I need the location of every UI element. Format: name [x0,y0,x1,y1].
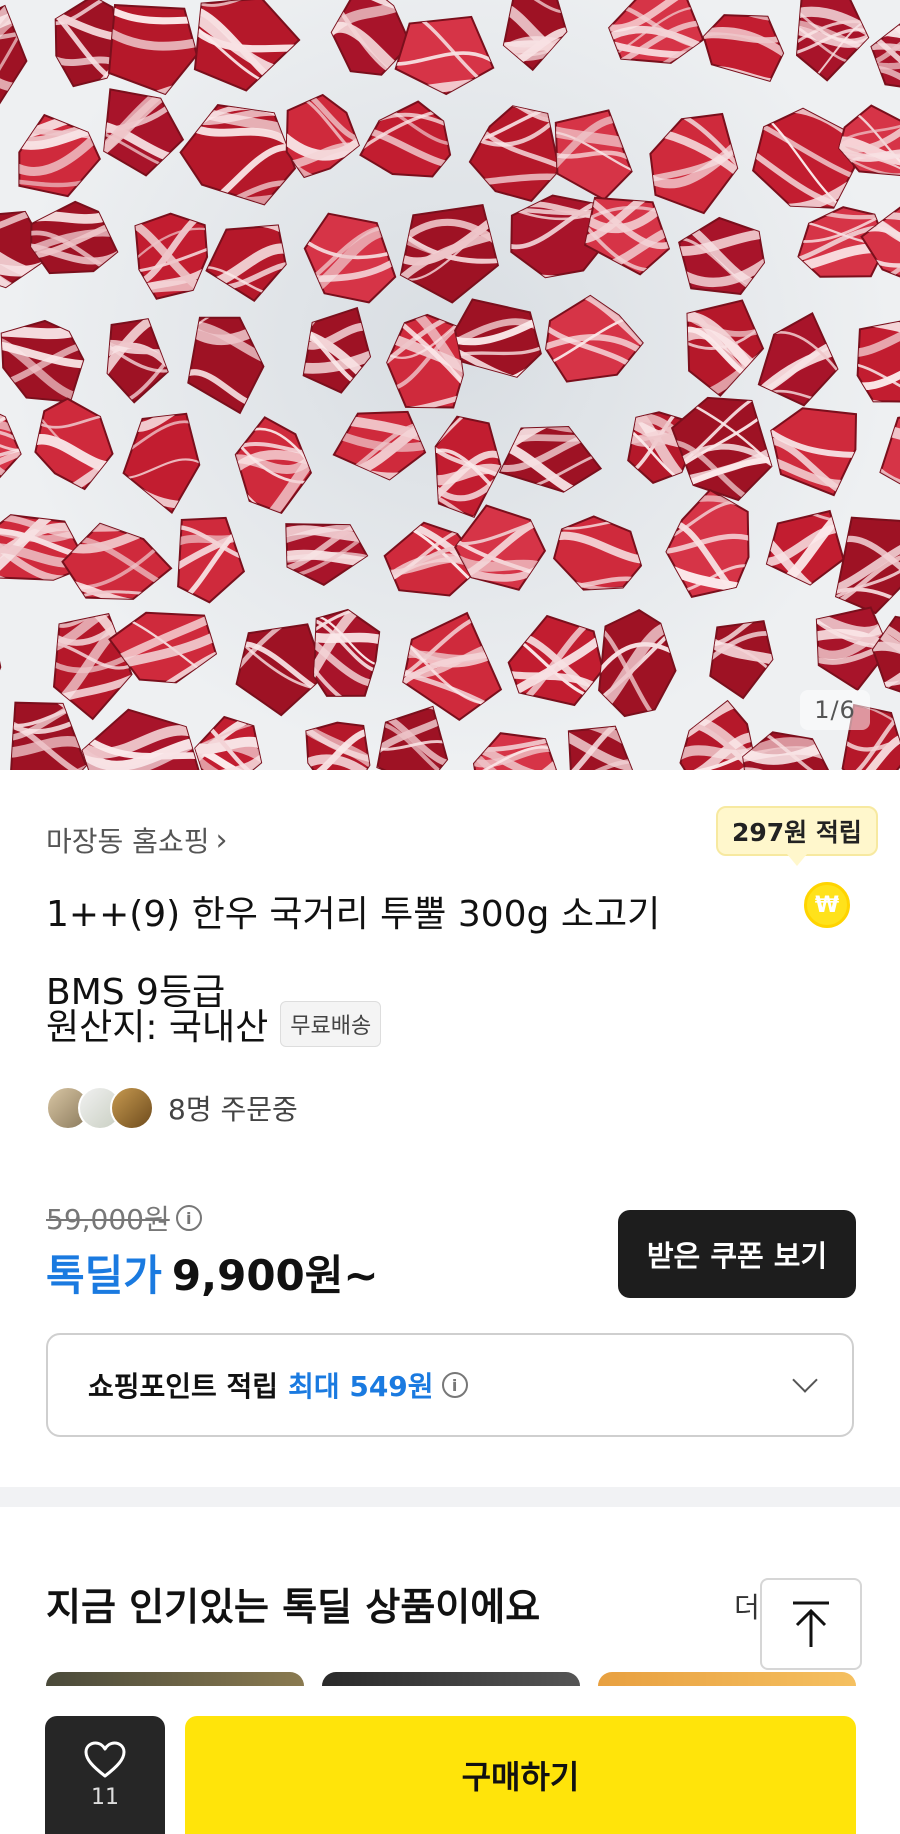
chevron-down-icon [792,1367,818,1393]
coin-icon: ₩ [804,882,850,928]
free-shipping-badge: 무료배송 [280,1001,382,1047]
beef-cube [303,212,397,304]
beef-cube [134,212,209,300]
view-coupons-button[interactable]: 받은 쿠폰 보기 [618,1210,856,1298]
section-divider [0,1487,900,1507]
popular-products-carousel[interactable] [46,1672,900,1686]
buyer-avatar [110,1086,154,1130]
points-max: 최대 549원 [288,1370,434,1403]
beef-cube [856,320,900,403]
buyers-row: 8명 주문중 [46,1086,298,1130]
beef-cube [193,0,301,92]
seller-link[interactable]: 마장동 홈쇼핑 › [46,820,227,860]
beef-cube [709,620,774,700]
beef-cube [472,732,563,770]
beef-cube [545,294,644,383]
beef-cube [332,410,427,481]
origin-text: 원산지: 국내산 [46,1007,269,1048]
beef-cube [359,100,452,178]
beef-cube [106,318,169,404]
beef-cube [402,611,503,722]
beef-cube [122,412,201,515]
beef-cube [795,0,870,82]
beef-cube [302,306,372,394]
beef-cube [757,311,839,407]
beef-cube [665,488,750,599]
beef-cube [0,319,85,403]
original-price: 59,000원 [46,1203,170,1236]
beef-cube [194,715,263,770]
beef-cube [399,203,500,304]
beef-cube [179,104,297,206]
shopping-points-dropdown[interactable]: 쇼핑포인트 적립 최대 549원 i [46,1333,854,1437]
product-image[interactable]: 1/6 [0,0,900,770]
beef-cube [305,721,371,770]
beef-cube [879,409,900,511]
beef-cube [468,105,561,203]
seller-name: 마장동 홈쇼핑 [46,825,210,858]
beef-cube [686,299,765,397]
bottom-action-bar: 11 구매하기 [0,1686,900,1834]
beef-cube [187,316,265,415]
buyers-count: 8명 주문중 [168,1093,298,1126]
beef-cube [0,395,22,489]
beef-cube [649,112,739,215]
beef-cube [81,708,200,770]
original-price-row: 59,000원 i [46,1198,202,1238]
product-thumbnail[interactable] [46,1672,304,1686]
point-reward-tooltip: 297원 적립 [716,806,878,866]
beef-cube [498,425,603,493]
beef-cube [552,515,643,591]
product-thumbnail[interactable] [598,1672,856,1686]
deal-price: 9,900원~ [171,1251,379,1300]
beef-cube [18,113,101,198]
beef-cube [567,725,634,770]
points-label: 쇼핑포인트 적립 [88,1370,279,1403]
wishlist-button[interactable]: 11 [45,1716,165,1834]
info-icon[interactable]: i [441,1372,468,1398]
chevron-right-icon: › [215,822,228,858]
beef-cube [34,397,114,491]
arrow-up-icon [793,1601,829,1647]
beef-cube [234,416,313,515]
beef-cube [0,4,28,110]
buy-button[interactable]: 구매하기 [185,1716,856,1834]
deal-price-row: 톡딜가 9,900원~ [46,1242,379,1303]
popular-section-title: 지금 인기있는 톡딜 상품이에요 [46,1585,541,1629]
heart-icon [84,1741,126,1777]
wishlist-count: 11 [91,1784,119,1810]
beef-cube [177,516,246,604]
beef-cube [678,216,766,296]
beef-cube [0,305,2,419]
more-link[interactable]: 더 [734,1586,760,1626]
scroll-to-top-button[interactable] [760,1578,862,1670]
beef-cube [285,523,369,586]
beef-cube [598,609,677,718]
deal-label: 톡딜가 [46,1251,162,1300]
product-thumbnail[interactable] [322,1672,580,1686]
origin-row: 원산지: 국내산 무료배송 [46,998,382,1050]
beef-cubes-illustration [0,0,900,770]
beef-cube [702,14,785,82]
beef-cube [502,0,568,72]
info-icon[interactable]: i [175,1205,202,1231]
product-title-line-1: 1++(9) 한우 국거리 투뿔 300g 소고기 [46,894,661,935]
beef-cube [205,224,287,303]
image-counter: 1/6 [800,690,870,730]
